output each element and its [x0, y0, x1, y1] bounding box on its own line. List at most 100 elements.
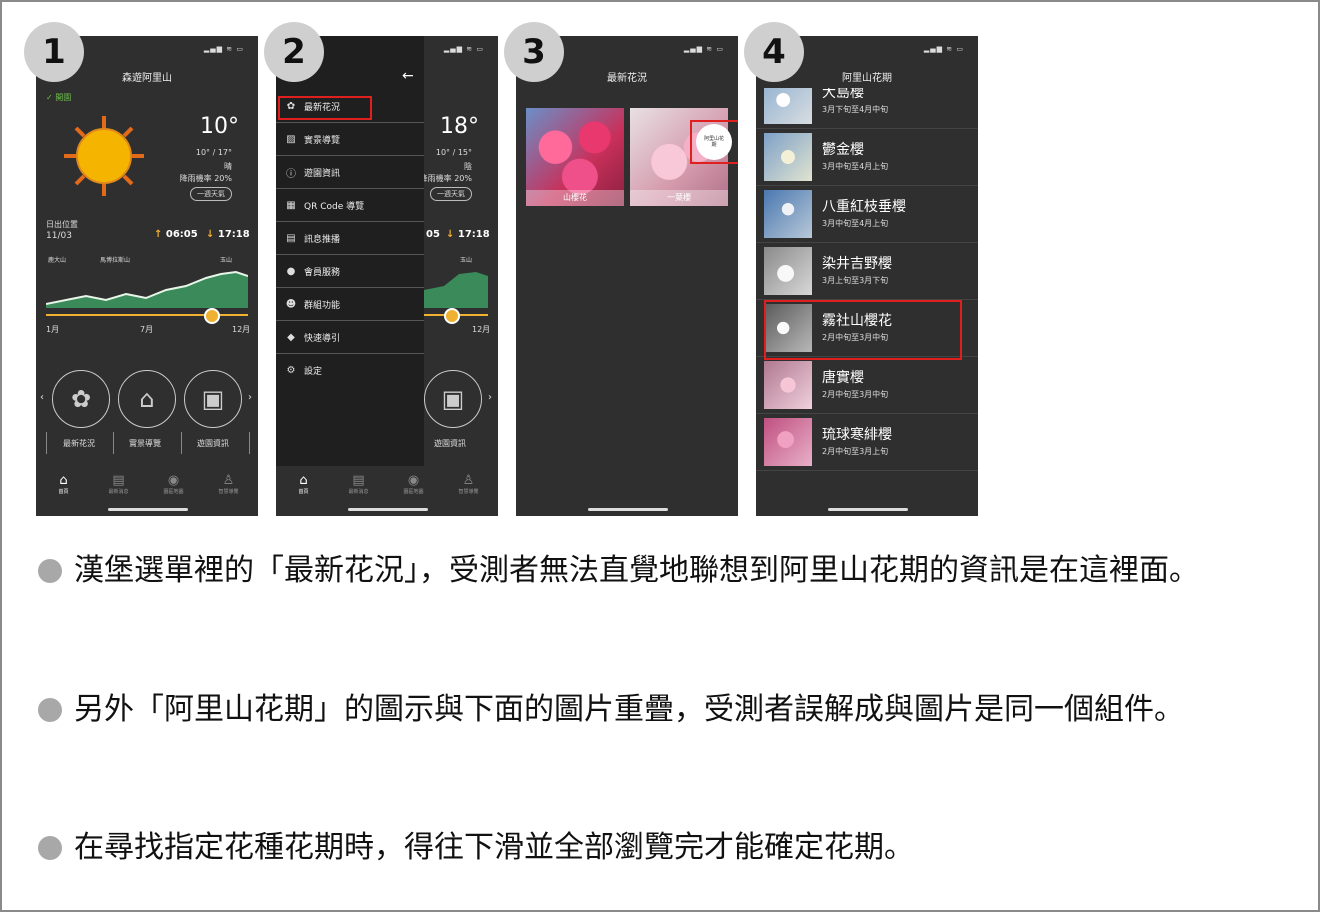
- bullet-icon: [38, 836, 62, 860]
- peak-label: 玉山: [460, 257, 473, 264]
- mountain-profile: [46, 270, 248, 308]
- info-icon: ⓘ: [286, 168, 296, 180]
- sunset-icon: ↓: [206, 229, 215, 240]
- step-badge: 3: [504, 22, 564, 82]
- week-weather-button[interactable]: 一週天氣: [190, 187, 232, 201]
- flower-thumbnail: [764, 247, 812, 295]
- menu-item-notifications[interactable]: ▤ 訊息推播: [276, 222, 424, 255]
- step-badge: 4: [744, 22, 804, 82]
- month-mid: 7月: [140, 325, 154, 334]
- scenery-feature-icon[interactable]: ⌂: [118, 370, 176, 428]
- highlight-box: [690, 120, 738, 164]
- menu-item-settings[interactable]: ⚙ 設定: [276, 354, 424, 386]
- next-arrow-icon[interactable]: ›: [248, 392, 252, 403]
- feature-info-label[interactable]: 遊園資訊: [434, 438, 466, 449]
- list-item[interactable]: 鬱金櫻 3月中旬至4月上旬: [756, 129, 978, 186]
- slider-thumb[interactable]: [444, 308, 460, 324]
- tab-map[interactable]: ◉ 園區地圖: [386, 474, 441, 496]
- month-end: 12月: [232, 325, 251, 334]
- list-item[interactable]: 唐實櫻 2月中旬至3月中旬: [756, 357, 978, 414]
- tab-home[interactable]: ⌂ 首頁: [36, 473, 91, 496]
- tab-news[interactable]: ▤ 最新消息: [91, 473, 146, 496]
- temp-range: 10° / 15°: [435, 148, 472, 157]
- message-icon: ▤: [286, 232, 296, 244]
- feature-scenery-label[interactable]: 實景導覽: [129, 438, 161, 449]
- month-start: 1月: [46, 325, 60, 334]
- menu-item-quick-guide[interactable]: ◆ 快速導引: [276, 321, 424, 354]
- tile-label: 一葉櫻: [630, 190, 728, 206]
- person-icon: ♙: [462, 473, 475, 488]
- step-badge: 2: [264, 22, 324, 82]
- back-arrow-icon[interactable]: ←: [402, 68, 414, 84]
- temperature: 10°: [200, 114, 239, 139]
- news-icon: ▤: [112, 473, 125, 488]
- photo-icon: ▨: [286, 133, 296, 145]
- flower-thumbnail: [764, 88, 812, 124]
- flower-tile-mountain-cherry[interactable]: 山櫻花: [526, 108, 624, 206]
- list-item[interactable]: 琉球寒緋櫻 2月中旬至3月上旬: [756, 414, 978, 471]
- news-icon: ▤: [352, 473, 365, 488]
- tab-guide[interactable]: ♙ 智慧導覽: [201, 474, 256, 496]
- menu-item-member[interactable]: ● 會員服務: [276, 255, 424, 288]
- menu-item-qrcode[interactable]: ▦ QR Code 導覽: [276, 189, 424, 222]
- bus-feature-icon[interactable]: ▣: [424, 370, 482, 428]
- menu-item-scenery-tour[interactable]: ▨ 實景導覽: [276, 123, 424, 156]
- status-bar: ▂▄▆ ≋ ▭: [683, 45, 724, 53]
- bullet-icon: [38, 559, 62, 583]
- list-item[interactable]: 八重紅枝垂櫻 3月中旬至4月上旬: [756, 186, 978, 243]
- group-icon: ☻: [285, 298, 297, 310]
- sunrise-time: 05: [426, 229, 440, 240]
- tab-guide[interactable]: ♙ 智慧導覽: [441, 473, 496, 496]
- weather-condition: 陰: [464, 162, 472, 171]
- finding-text: 在尋找指定花種花期時，得往下滑並全部瀏覽完才能確定花期。: [74, 830, 914, 865]
- peak-label: 馬博拉斯山: [100, 257, 131, 264]
- sunrise-icon: ↑: [154, 229, 163, 240]
- phone-screen-flower-status: ▂▄▆ ≋ ▭ 最新花況 山櫻花 一葉櫻 阿里山花期: [516, 36, 738, 516]
- week-weather-button[interactable]: 一週天氣: [430, 187, 472, 201]
- phone-screen-home: ▂▄▆ ≋ ▭ 森遊阿里山 ✓ 開園 10° 10° / 17° 晴 降雨機率 …: [36, 36, 258, 516]
- tile-label: 山櫻花: [526, 190, 624, 206]
- finding-text: 另外「阿里山花期」的圖示與下面的圖片重疊，受測者誤解成與圖片是同一個組件。: [74, 692, 1184, 727]
- flower-feature-icon[interactable]: ✿: [52, 370, 110, 428]
- tab-bar: ⌂ 首頁 ▤ 最新消息 ◉ 園區地圖 ♙ 智慧導覽: [36, 468, 258, 504]
- open-status: ✓ 開園: [46, 93, 72, 102]
- menu-item-group[interactable]: ☻ 群組功能: [276, 288, 424, 321]
- finding-text: 漢堡選單裡的「最新花況」，受測者無法直覺地聯想到阿里山花期的資訊是在這裡面。: [74, 553, 1199, 588]
- flower-thumbnail: [764, 361, 812, 409]
- month-end: 12月: [472, 325, 491, 334]
- menu-item-park-info[interactable]: ⓘ 遊園資訊: [276, 156, 424, 189]
- status-bar: ▂▄▆ ≋ ▭: [923, 45, 964, 53]
- qrcode-icon: ▦: [286, 199, 296, 211]
- peak-label: 鹿大山: [48, 257, 67, 264]
- flower-thumbnail: [764, 418, 812, 466]
- direction-icon: ◆: [287, 331, 295, 343]
- home-indicator: [828, 508, 908, 511]
- sunrise-time: ↑ 06:05: [154, 229, 198, 240]
- temperature: 18°: [440, 114, 479, 139]
- tab-news[interactable]: ▤ 最新消息: [331, 473, 386, 496]
- home-indicator: [588, 508, 668, 511]
- feature-labels: 最新花況 實景導覽 遊園資訊: [46, 432, 250, 454]
- gear-icon: ⚙: [286, 364, 296, 376]
- sun-position-label: 日出位置: [46, 220, 78, 229]
- feature-flower-label[interactable]: 最新花況: [63, 438, 95, 449]
- next-arrow-icon[interactable]: ›: [488, 392, 492, 403]
- phone-screen-menu: ▂▄▆ ≋ ▭ 18° 10° / 15° 陰 降雨機率 20% 一週天氣 05…: [276, 36, 498, 516]
- bus-feature-icon[interactable]: ▣: [184, 370, 242, 428]
- tab-home[interactable]: ⌂ 首頁: [276, 473, 331, 496]
- rain-chance: 降雨機率 20%: [419, 174, 472, 183]
- list-item[interactable]: 染井吉野櫻 3月上旬至3月下旬: [756, 243, 978, 300]
- list-item[interactable]: 大島櫻 3月下旬至4月中旬: [756, 88, 978, 129]
- sunset-icon: ↓: [446, 229, 455, 240]
- feature-info-label[interactable]: 遊園資訊: [197, 438, 229, 449]
- home-indicator: [108, 508, 188, 511]
- home-icon: ⌂: [59, 473, 68, 488]
- tab-map[interactable]: ◉ 園區地圖: [146, 474, 201, 496]
- status-bar: ▂▄▆ ≋ ▭: [443, 45, 484, 53]
- check-icon: ✓: [46, 93, 53, 102]
- person-icon: ●: [286, 265, 296, 277]
- home-icon: ⌂: [299, 473, 308, 488]
- date: 11/03: [46, 231, 72, 241]
- prev-arrow-icon[interactable]: ‹: [40, 392, 44, 403]
- slider-thumb[interactable]: [204, 308, 220, 324]
